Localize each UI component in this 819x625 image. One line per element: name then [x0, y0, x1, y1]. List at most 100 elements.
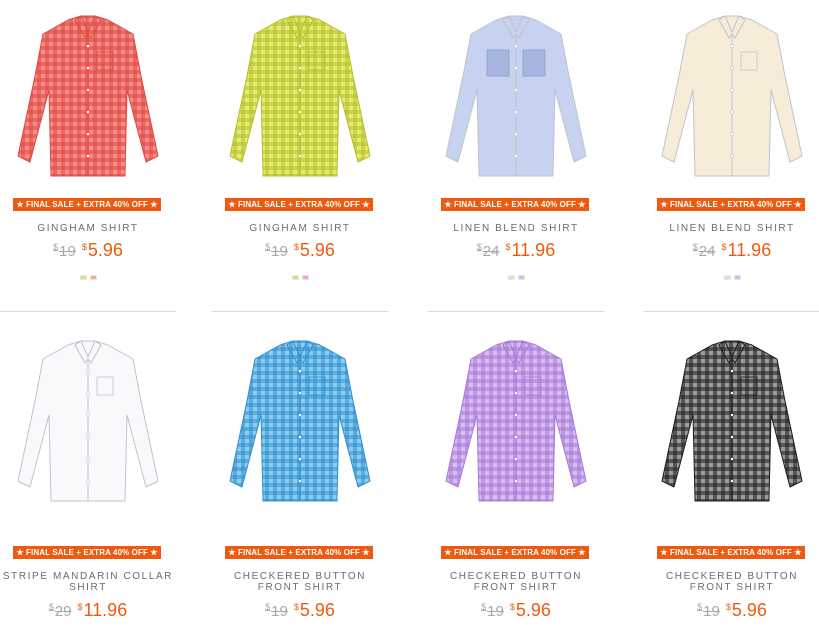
row-divider: [0, 311, 176, 312]
product-card[interactable]: ★ FINAL SALE + EXTRA 40% OFF ★ GINGHAM S…: [0, 0, 176, 300]
sale-price: $11.96: [505, 240, 555, 260]
shirt-illustration: [661, 340, 803, 502]
original-price: $19: [697, 602, 720, 620]
currency-symbol: $: [725, 602, 731, 612]
color-swatches: [644, 275, 819, 281]
color-swatch[interactable]: [723, 275, 731, 280]
currency-symbol: $: [293, 242, 299, 252]
original-price-value: 19: [59, 243, 76, 260]
sale-price-value: 5.96: [731, 600, 767, 620]
final-sale-badge: ★ FINAL SALE + EXTRA 40% OFF ★: [441, 546, 589, 559]
original-price-value: 24: [698, 243, 716, 260]
currency-symbol: $: [48, 602, 54, 612]
shirt-illustration: [17, 340, 159, 502]
original-price: $24: [692, 242, 716, 260]
original-price: $19: [265, 242, 288, 260]
row-divider: [428, 311, 604, 312]
currency-symbol: $: [505, 242, 511, 252]
color-swatch[interactable]: [291, 275, 299, 280]
product-image[interactable]: [0, 0, 176, 192]
sale-price: $5.96: [294, 600, 335, 620]
sale-price: $11.96: [77, 600, 127, 620]
color-swatches: [428, 275, 604, 281]
product-image[interactable]: [212, 0, 388, 192]
original-price: $24: [476, 242, 500, 260]
product-name[interactable]: GINGHAM SHIRT: [212, 223, 388, 234]
product-name[interactable]: STRIPE MANDARIN COLLAR SHIRT: [0, 571, 176, 593]
product-name[interactable]: CHECKERED BUTTON FRONT SHIRT: [644, 571, 819, 593]
currency-symbol: $: [293, 602, 299, 612]
final-sale-badge: ★ FINAL SALE + EXTRA 40% OFF ★: [225, 546, 373, 559]
product-card[interactable]: ★ FINAL SALE + EXTRA 40% OFF ★ LINEN BLE…: [644, 0, 819, 300]
sale-price: $5.96: [726, 600, 767, 620]
currency-symbol: $: [692, 242, 698, 252]
product-name[interactable]: GINGHAM SHIRT: [0, 223, 176, 234]
shirt-illustration: [445, 15, 587, 177]
original-price: $19: [53, 242, 76, 260]
product-card[interactable]: ★ FINAL SALE + EXTRA 40% OFF ★ CHECKERED…: [428, 325, 604, 625]
sale-price-value: 11.96: [727, 240, 772, 260]
row-divider: [212, 311, 388, 312]
color-swatch[interactable]: [517, 275, 525, 280]
original-price-value: 29: [54, 603, 72, 620]
currency-symbol: $: [81, 242, 87, 252]
color-swatches: [0, 275, 176, 281]
original-price-value: 19: [703, 603, 720, 620]
final-sale-badge: ★ FINAL SALE + EXTRA 40% OFF ★: [657, 198, 805, 211]
currency-symbol: $: [721, 242, 727, 252]
product-card[interactable]: ★ FINAL SALE + EXTRA 40% OFF ★ LINEN BLE…: [428, 0, 604, 300]
currency-symbol: $: [77, 602, 83, 612]
final-sale-badge: ★ FINAL SALE + EXTRA 40% OFF ★: [441, 198, 589, 211]
currency-symbol: $: [481, 602, 487, 612]
product-price: $19 $5.96: [212, 600, 388, 621]
product-image[interactable]: [644, 0, 819, 192]
shirt-illustration: [229, 340, 371, 502]
final-sale-badge: ★ FINAL SALE + EXTRA 40% OFF ★: [13, 198, 161, 211]
product-name[interactable]: LINEN BLEND SHIRT: [428, 223, 604, 234]
product-image[interactable]: [0, 325, 176, 517]
product-name[interactable]: LINEN BLEND SHIRT: [644, 223, 819, 234]
product-card[interactable]: ★ FINAL SALE + EXTRA 40% OFF ★ CHECKERED…: [212, 325, 388, 625]
sale-price: $5.96: [510, 600, 551, 620]
product-price: $19 $5.96: [644, 600, 819, 621]
final-sale-badge: ★ FINAL SALE + EXTRA 40% OFF ★: [657, 546, 805, 559]
product-image[interactable]: [212, 325, 388, 517]
shirt-illustration: [661, 15, 803, 177]
original-price: $19: [481, 602, 504, 620]
product-name[interactable]: CHECKERED BUTTON FRONT SHIRT: [428, 571, 604, 593]
color-swatch[interactable]: [301, 275, 309, 280]
final-sale-badge: ★ FINAL SALE + EXTRA 40% OFF ★: [13, 546, 161, 559]
color-swatch[interactable]: [79, 275, 87, 280]
currency-symbol: $: [265, 602, 271, 612]
color-swatch[interactable]: [89, 275, 97, 280]
sale-price-value: 11.96: [83, 600, 128, 620]
original-price-value: 19: [271, 603, 288, 620]
product-grid: ★ FINAL SALE + EXTRA 40% OFF ★ GINGHAM S…: [0, 0, 819, 622]
original-price-value: 24: [482, 243, 500, 260]
product-price: $24 $11.96: [644, 240, 819, 261]
currency-symbol: $: [509, 602, 515, 612]
product-image[interactable]: [428, 0, 604, 192]
currency-symbol: $: [265, 242, 271, 252]
product-card[interactable]: ★ FINAL SALE + EXTRA 40% OFF ★ CHECKERED…: [644, 325, 819, 625]
color-swatches: [212, 275, 388, 281]
product-price: $29 $11.96: [0, 600, 176, 621]
sale-price-value: 5.96: [299, 240, 335, 260]
color-swatch[interactable]: [507, 275, 515, 280]
product-price: $19 $5.96: [0, 240, 176, 261]
product-image[interactable]: [428, 325, 604, 517]
row-divider: [644, 311, 819, 312]
product-name[interactable]: CHECKERED BUTTON FRONT SHIRT: [212, 571, 388, 593]
currency-symbol: $: [476, 242, 482, 252]
sale-price-value: 5.96: [515, 600, 551, 620]
currency-symbol: $: [697, 602, 703, 612]
sale-price: $11.96: [721, 240, 771, 260]
sale-price: $5.96: [294, 240, 335, 260]
product-price: $19 $5.96: [212, 240, 388, 261]
sale-price-value: 11.96: [511, 240, 556, 260]
product-image[interactable]: [644, 325, 819, 517]
color-swatch[interactable]: [733, 275, 741, 280]
sale-price-value: 5.96: [87, 240, 123, 260]
product-card[interactable]: ★ FINAL SALE + EXTRA 40% OFF ★ GINGHAM S…: [212, 0, 388, 300]
product-card[interactable]: ★ FINAL SALE + EXTRA 40% OFF ★ STRIPE MA…: [0, 325, 176, 625]
